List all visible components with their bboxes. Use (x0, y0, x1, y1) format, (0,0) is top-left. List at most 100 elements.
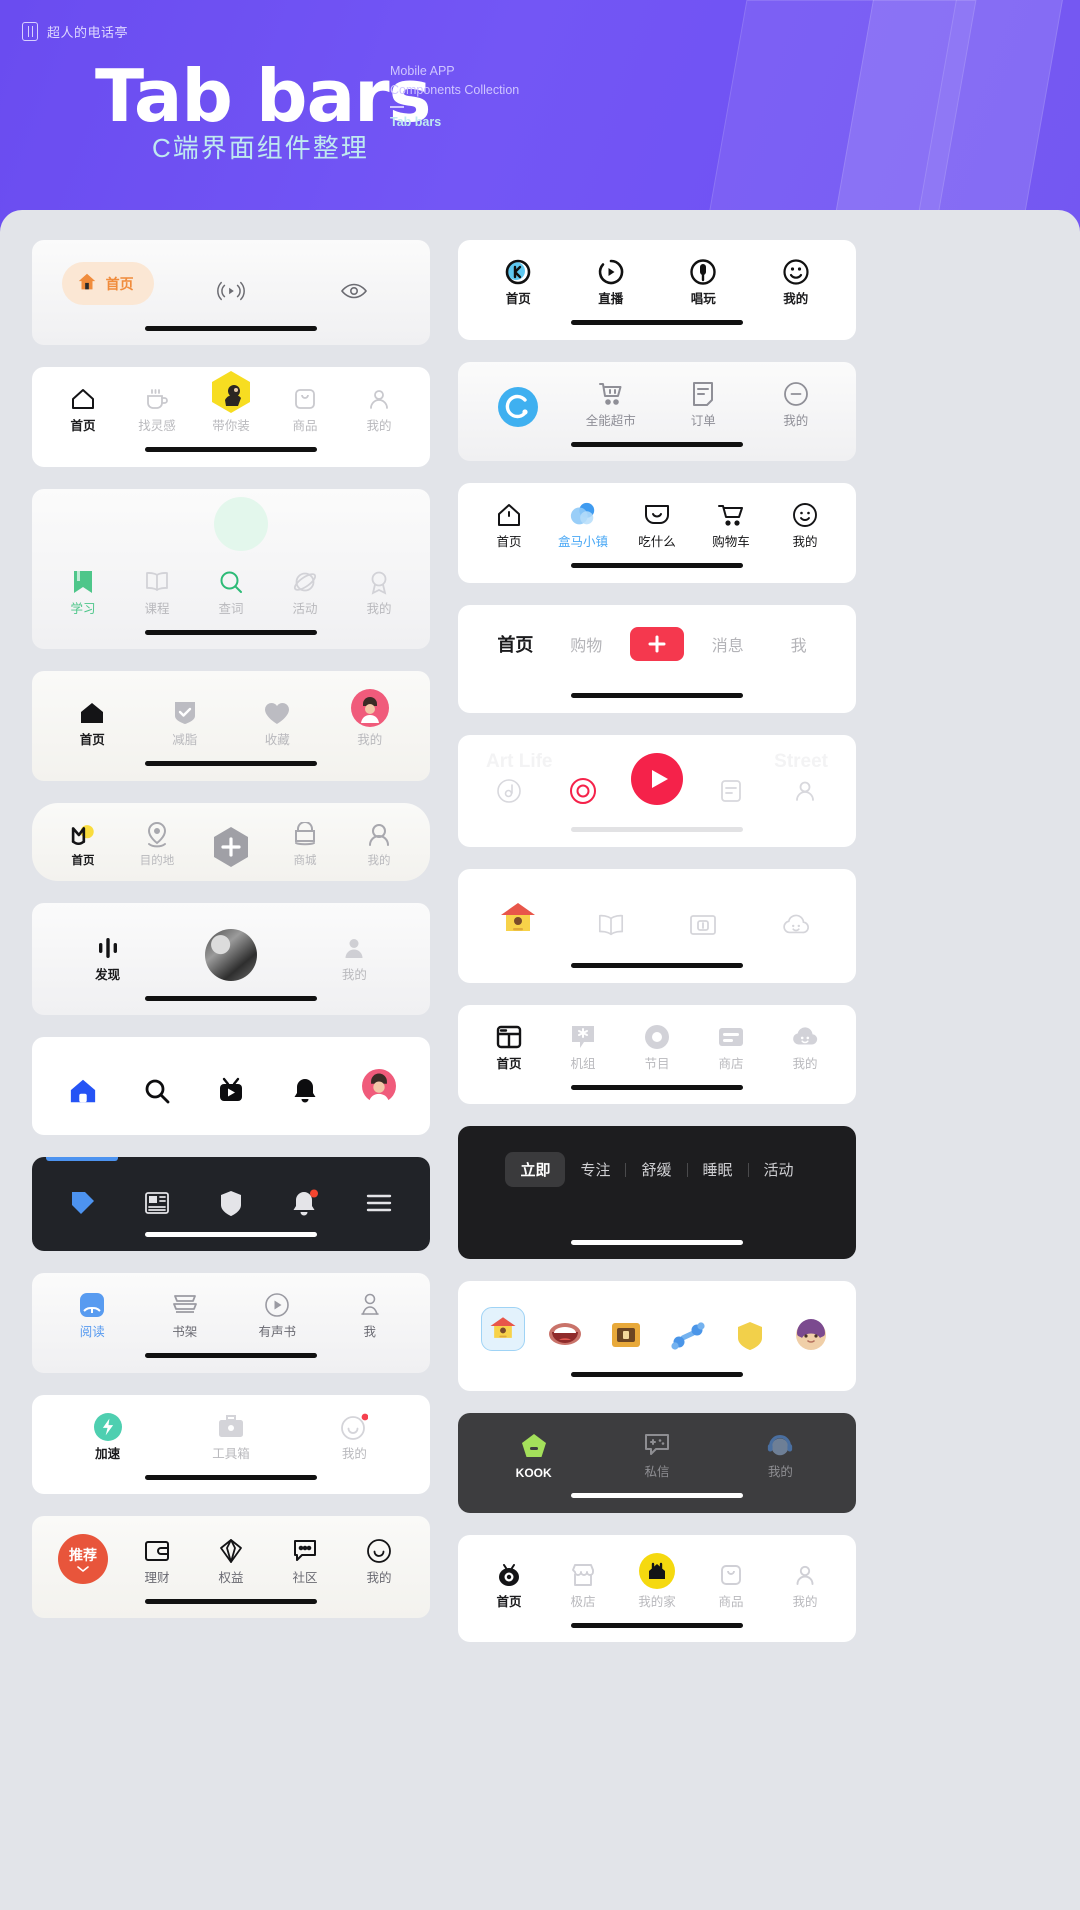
plus-button-icon[interactable] (629, 626, 684, 661)
tab-item-mine[interactable]: 我的 (768, 501, 842, 549)
tab-item-news[interactable] (120, 1189, 194, 1217)
card-supermarket[interactable]: 全能超市 订单 我的 (458, 361, 856, 461)
tab-item-home[interactable]: 首页 (472, 501, 546, 549)
tab-item-supermarket[interactable]: 全能超市 (565, 380, 658, 428)
recommend-circle-icon[interactable]: 推荐 (58, 1534, 108, 1584)
tab-item-finance[interactable]: 理财 (120, 1537, 194, 1585)
tab-item-mine[interactable]: 我的 (324, 689, 417, 747)
segment-sleep[interactable]: 睡眠 (688, 1152, 748, 1187)
card-kugou[interactable]: 首页 直播 唱玩 我的 (458, 240, 856, 340)
card-home-inspire[interactable]: 首页 找灵感 带你装 商品 我的 (32, 367, 430, 467)
card-study[interactable]: 学习 课程 查词 活动 我的 (32, 488, 430, 649)
tab-item-tv[interactable] (194, 1077, 268, 1105)
tab-item-crew[interactable]: 机组 (546, 1023, 620, 1071)
tab-item-list[interactable] (694, 777, 768, 805)
tab-item-benefits[interactable]: 权益 (194, 1537, 268, 1585)
tab-item-dumbbell[interactable] (657, 1321, 719, 1351)
tab-item-sing[interactable]: 唱玩 (657, 258, 750, 306)
tab-item-mine[interactable]: 我的 (719, 1431, 842, 1479)
card-xianyu[interactable]: 首页 极店 我的家 商品 我的 (458, 1534, 856, 1642)
card-program[interactable]: 首页 机组 节目 商店 我的 (458, 1004, 856, 1104)
tab-item-decorate[interactable]: 带你装 (194, 371, 268, 433)
card-reading[interactable]: 阅读 书架 有声书 我 (32, 1273, 430, 1373)
tab-item-activity[interactable]: 活动 (268, 568, 342, 616)
tab-item-home[interactable]: 首页 (46, 821, 120, 868)
tab-item-fatloss[interactable]: 减脂 (139, 699, 232, 747)
tab-item-shield[interactable] (719, 1321, 781, 1351)
tab-item-photo[interactable] (169, 929, 292, 981)
tab-item-mine[interactable]: 我的 (768, 1561, 842, 1609)
tab-item-tag[interactable] (46, 1189, 120, 1217)
card-house-emoji[interactable] (458, 868, 856, 983)
tab-item-live[interactable]: 直播 (565, 258, 658, 306)
tab-item-frame[interactable] (657, 911, 750, 939)
card-bilibili[interactable] (32, 1037, 430, 1135)
tab-item-home[interactable]: 首页 (472, 1023, 546, 1071)
tab-item-mine[interactable]: 我的 (750, 258, 843, 306)
card-dark-segment[interactable]: 立即 专注 舒缓 睡眠 活动 (458, 1126, 856, 1259)
tab-item-mine[interactable]: 我的 (342, 385, 416, 433)
tab-item-home[interactable]: 首页 (46, 385, 120, 433)
tab-item-cart[interactable]: 购物车 (694, 501, 768, 549)
tab-item-add[interactable] (194, 827, 268, 867)
tab-item-goods[interactable]: 商品 (268, 385, 342, 433)
tab-item-mine[interactable]: 我的 (768, 1023, 842, 1071)
tab-item-house[interactable] (472, 899, 565, 939)
tab-item-mine[interactable] (342, 1067, 416, 1105)
tab-item-home[interactable]: 首页 (472, 1561, 546, 1609)
tab-item-book[interactable] (565, 911, 658, 939)
card-music-play[interactable]: Art Life Street (458, 734, 856, 847)
tab-item-community[interactable]: 社区 (268, 1537, 342, 1585)
tab-label-shopping[interactable]: 购物 (551, 632, 622, 656)
tab-item-mine[interactable]: 我的 (342, 1537, 416, 1585)
tab-item-abacus[interactable] (595, 1319, 657, 1351)
active-pill[interactable]: 首页 (61, 262, 154, 305)
tab-item-bell[interactable] (268, 1077, 342, 1105)
tab-item-home[interactable]: 首页 (472, 258, 565, 306)
tab-item-woman[interactable] (780, 1319, 842, 1351)
tab-item-music[interactable] (472, 777, 546, 805)
segment-now[interactable]: 立即 (505, 1152, 566, 1187)
segmented-control[interactable]: 立即 专注 舒缓 睡眠 活动 (458, 1126, 856, 1191)
tab-item-home[interactable]: 首页 (46, 699, 139, 747)
tab-item-destination[interactable]: 目的地 (120, 821, 194, 868)
tab-item-order[interactable]: 订单 (657, 380, 750, 428)
tab-item-home[interactable] (46, 1077, 120, 1105)
segment-activity[interactable]: 活动 (749, 1152, 809, 1187)
tab-item-kook[interactable]: KOOK (472, 1432, 595, 1479)
card-discover[interactable]: 发现 我的 (32, 903, 430, 1015)
card-kook[interactable]: KOOK 私信 我的 (458, 1413, 856, 1513)
card-travel[interactable]: 首页 目的地 商城 我的 (32, 802, 430, 881)
tab-item-eye[interactable] (293, 277, 416, 305)
tab-item-discover[interactable]: 发现 (46, 934, 169, 982)
card-hema[interactable]: 首页 盒马小镇 吃什么 购物车 我的 (458, 483, 856, 583)
tab-item-shield[interactable] (194, 1189, 268, 1217)
tab-item-shop[interactable]: 极店 (546, 1561, 620, 1609)
tab-item-accelerate[interactable]: 加速 (46, 1412, 169, 1461)
tab-item-program[interactable]: 节目 (620, 1023, 694, 1071)
tab-item-notification[interactable] (268, 1189, 342, 1217)
tab-item-study[interactable]: 学习 (46, 568, 120, 616)
tab-item-inspire[interactable]: 找灵感 (120, 385, 194, 433)
tab-item-mine[interactable]: 我的 (293, 934, 416, 982)
card-text-plus[interactable]: 首页 购物 消息 我 (458, 604, 856, 713)
tab-item-profile[interactable] (768, 777, 842, 805)
tab-item-dictionary[interactable]: 查词 (194, 496, 268, 616)
tab-item-favorites[interactable]: 收藏 (231, 699, 324, 747)
tab-label-messages[interactable]: 消息 (692, 632, 763, 656)
tab-item-mouth[interactable] (534, 1317, 596, 1351)
tab-item-goods[interactable]: 商品 (694, 1561, 768, 1609)
card-pill-home[interactable]: 首页 (32, 240, 430, 345)
tab-item-cloud-face[interactable] (750, 911, 843, 939)
tab-item-toolbox[interactable]: 工具箱 (169, 1413, 292, 1461)
tab-label-home[interactable]: 首页 (480, 631, 551, 657)
tab-item-read[interactable]: 阅读 (46, 1291, 139, 1339)
tab-item-menu[interactable] (342, 1189, 416, 1217)
card-fitness[interactable]: 首页 减脂 收藏 我的 (32, 671, 430, 781)
tab-item-broadcast[interactable] (169, 277, 292, 305)
tab-item-dm[interactable]: 私信 (595, 1431, 718, 1479)
tab-label-me[interactable]: 我 (763, 632, 834, 656)
tab-item-bookshelf[interactable]: 书架 (139, 1291, 232, 1339)
tab-item-house[interactable] (472, 1307, 534, 1351)
tab-item-my-home[interactable]: 我的家 (620, 1552, 694, 1609)
